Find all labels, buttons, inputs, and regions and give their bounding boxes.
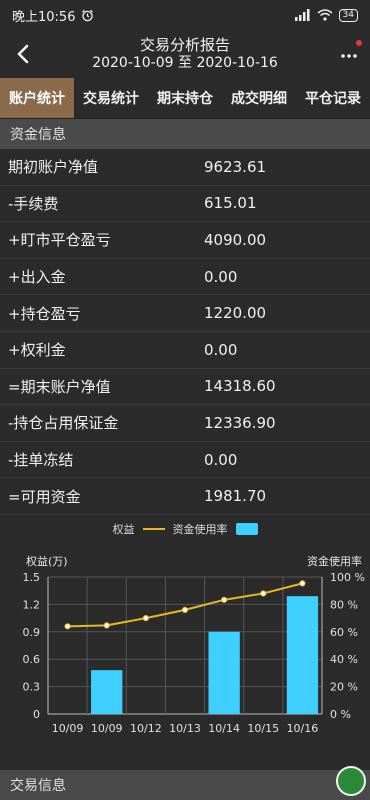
equity-point (299, 580, 306, 587)
tab-bar: 账户统计 交易统计 期末持仓 成交明细 平仓记录 (0, 78, 370, 119)
y-right-tick-label: 60 % (330, 626, 358, 639)
row-value: 0.00 (204, 340, 238, 359)
wifi-icon (317, 9, 333, 21)
x-tick-label: 10/13 (169, 722, 201, 735)
y-left-tick-label: 1.2 (23, 598, 41, 611)
y-right-tick-label: 80 % (330, 598, 358, 611)
equity-point (260, 590, 267, 597)
date-range: 2020-10-09 至 2020-10-16 (92, 55, 278, 71)
list-item: +持仓盈亏 1220.00 (0, 295, 370, 332)
list-item: +盯市平仓盈亏 4090.00 (0, 222, 370, 259)
row-label: +出入金 (8, 268, 66, 287)
y-left-tick-label: 1.5 (23, 571, 41, 584)
header: 交易分析报告 2020-10-09 至 2020-10-16 (0, 30, 370, 78)
tab-end-positions[interactable]: 期末持仓 (148, 78, 222, 118)
signal-icon (294, 9, 310, 21)
row-value: 9623.61 (204, 157, 267, 176)
x-tick-label: 10/09 (91, 722, 123, 735)
row-label: +持仓盈亏 (8, 304, 81, 323)
list-item: -手续费 615.01 (0, 186, 370, 223)
alarm-icon (82, 9, 94, 21)
chart-bar (91, 670, 123, 714)
page-title: 交易分析报告 (139, 36, 230, 54)
row-value: 0.00 (204, 450, 238, 469)
back-icon[interactable] (10, 40, 38, 68)
equity-point (221, 596, 228, 603)
row-value: 12336.90 (204, 413, 276, 432)
y-left-tick-label: 0.9 (23, 626, 41, 639)
y-left-tick-label: 0 (33, 708, 40, 721)
x-tick-label: 10/09 (52, 722, 84, 735)
row-value: 1981.70 (204, 487, 267, 506)
y-right-tick-label: 20 % (330, 681, 358, 694)
battery-icon: 34 (338, 8, 358, 22)
trade-section-header: 交易信息 (0, 770, 370, 800)
status-right: 34 (294, 8, 358, 22)
tab-trade-stats[interactable]: 交易统计 (74, 78, 148, 118)
y-right-tick-label: 40 % (330, 653, 358, 666)
chart-bar (286, 596, 319, 714)
row-label: -挂单冻结 (8, 451, 74, 470)
row-label: -持仓占用保证金 (8, 414, 119, 433)
equity-point (181, 606, 189, 613)
x-tick-label: 10/16 (287, 722, 319, 735)
equity-point (64, 623, 71, 630)
row-value: 615.01 (204, 194, 257, 213)
notification-dot (356, 40, 362, 46)
tab-deal-details[interactable]: 成交明细 (222, 78, 296, 118)
equity-chart: 权益 资金使用率 权益(万) 资金使用率 00 % 0.3 20 % 0.6 40 % 0… (0, 514, 370, 773)
chart-bar (208, 631, 240, 714)
row-label: +权利金 (8, 341, 66, 360)
status-left: 晚上10:56 (12, 6, 94, 25)
row-value: 14318.60 (204, 377, 276, 396)
row-label: +盯市平仓盈亏 (8, 231, 111, 250)
header-titles: 交易分析报告 2020-10-09 至 2020-10-16 (92, 36, 278, 72)
more-icon[interactable] (338, 44, 360, 64)
floating-assistant-icon[interactable] (336, 766, 366, 796)
y-right-tick-label: 0 % (330, 708, 351, 721)
x-tick-label: 10/12 (130, 722, 162, 735)
funds-list: 期初账户净值 9623.61 -手续费 615.01 +盯市平仓盈亏 4090.00 … (0, 149, 370, 515)
status-bar: 晚上10:56 34 (0, 0, 370, 30)
row-label: 期初账户净值 (8, 158, 99, 177)
status-time: 晚上10:56 (12, 9, 76, 25)
row-label: -手续费 (8, 194, 59, 213)
list-item: 期初账户净值 9623.61 (0, 149, 370, 186)
row-value: 1220.00 (204, 304, 267, 323)
funds-section-header: 资金信息 (0, 119, 370, 149)
equity-point (103, 622, 110, 629)
row-label: =可用资金 (8, 487, 81, 506)
x-tick-label: 10/15 (247, 722, 279, 735)
row-label: =期末账户净值 (8, 377, 111, 396)
list-item: -挂单冻结 0.00 (0, 442, 370, 479)
list-item: +出入金 0.00 (0, 259, 370, 296)
y-left-tick-label: 0.6 (23, 653, 41, 666)
tab-close-records[interactable]: 平仓记录 (296, 78, 370, 118)
list-item: =可用资金 1981.70 (0, 478, 370, 515)
equity-point (142, 614, 149, 622)
chart-plot: 0 0 % 0.3 20 % 0.6 40 % 0.9 60 % 1.2 80 % 1.5 100 %… (23, 571, 365, 735)
y-left-tick-label: 0.3 (23, 681, 41, 694)
list-item: =期末账户净值 14318.60 (0, 369, 370, 406)
trade-section-title: 交易信息 (10, 778, 66, 794)
y-right-tick-label: 100 % (330, 571, 365, 584)
list-item: -持仓占用保证金 12336.90 (0, 405, 370, 442)
tab-account-stats[interactable]: 账户统计 (0, 78, 74, 118)
row-value: 0.00 (204, 267, 238, 286)
row-value: 4090.00 (204, 230, 267, 249)
x-tick-label: 10/14 (208, 722, 240, 735)
list-item: +权利金 0.00 (0, 332, 370, 369)
